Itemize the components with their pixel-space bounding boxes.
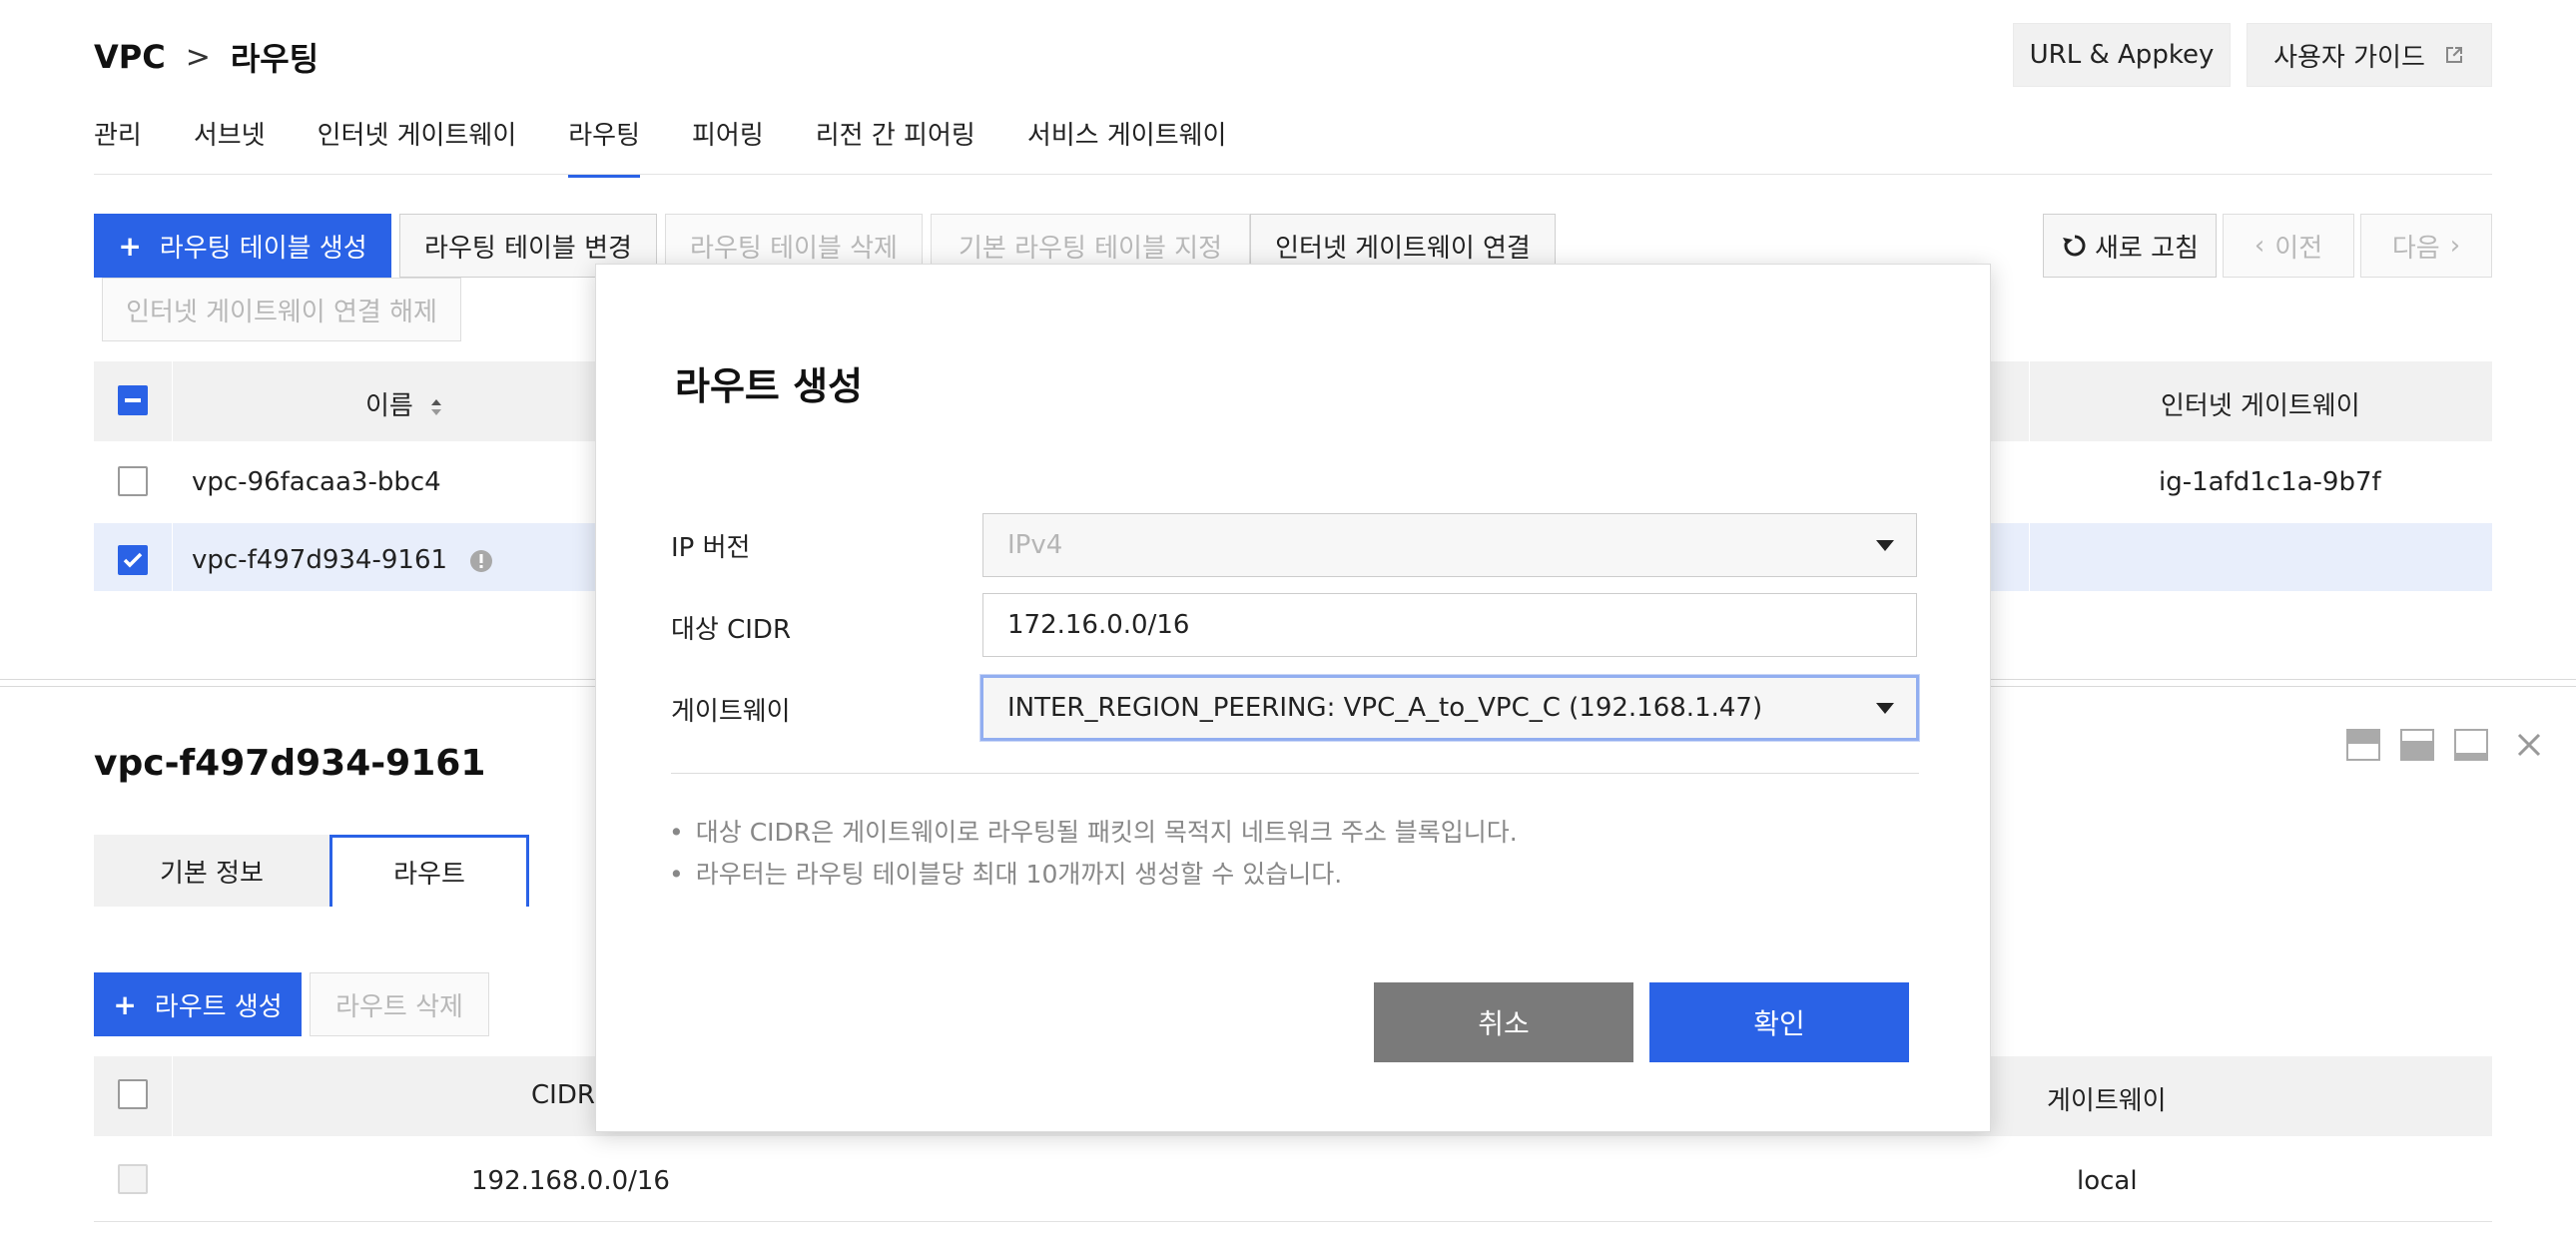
row-igw: ig-1afd1c1a-9b7f (2159, 467, 2381, 497)
ip-version-value: IPv4 (1007, 530, 1063, 560)
delete-routing-table-label: 라우팅 테이블 삭제 (690, 233, 898, 264)
layout-middle-icon[interactable] (2400, 729, 2434, 761)
main-tabs: 관리 서브넷 인터넷 게이트웨이 라우팅 피어링 리전 간 피어링 서비스 게이… (94, 113, 1278, 178)
row-divider (2029, 523, 2030, 591)
change-routing-table-label: 라우팅 테이블 변경 (424, 233, 632, 264)
caret-down-icon (1876, 540, 1894, 551)
select-all-checkbox[interactable] (118, 385, 148, 415)
set-default-routing-table-label: 기본 라우팅 테이블 지정 (959, 233, 1222, 264)
modal-divider (671, 773, 1919, 774)
column-header-name[interactable]: 이름 (365, 385, 443, 422)
row-name-label: vpc-f497d934-9161 (192, 545, 448, 575)
column-header-gateway: 게이트웨이 (2047, 1086, 2167, 1116)
note-cidr-text: 대상 CIDR은 게이트웨이로 라우팅될 패킷의 목적지 네트워크 주소 블록입… (695, 818, 1518, 847)
layout-bottom-icon[interactable] (2454, 729, 2488, 761)
note-bullet: • (669, 818, 684, 847)
gateway-label: 게이트웨이 (671, 697, 791, 727)
tab-subnet[interactable]: 서브넷 (194, 113, 266, 178)
detail-tab-basic-info[interactable]: 기본 정보 (94, 835, 329, 907)
disconnect-igw-label: 인터넷 게이트웨이 연결 해제 (126, 297, 437, 327)
user-guide-label: 사용자 가이드 (2273, 42, 2425, 73)
note-bullet: • (669, 860, 684, 889)
prev-page-label: 이전 (2274, 233, 2323, 264)
row-checkbox[interactable] (118, 466, 148, 496)
tab-routing[interactable]: 라우팅 (568, 113, 640, 178)
url-appkey-button[interactable]: URL & Appkey (2013, 23, 2231, 87)
create-route-label: 라우트 생성 (154, 991, 283, 1022)
tab-inter-region-peering[interactable]: 리전 간 피어링 (816, 113, 975, 178)
note-limit: • 라우터는 라우팅 테이블당 최대 10개까지 생성할 수 있습니다. (669, 855, 1342, 891)
route-select-all-checkbox[interactable] (118, 1079, 148, 1109)
next-page-label: 다음 (2391, 233, 2440, 264)
tab-service-gateway[interactable]: 서비스 게이트웨이 (1027, 113, 1227, 178)
connect-igw-label: 인터넷 게이트웨이 연결 (1275, 233, 1531, 264)
header-divider (172, 1056, 173, 1136)
refresh-button[interactable]: 새로 고침 (2043, 214, 2217, 278)
detail-tab-route[interactable]: 라우트 (329, 835, 529, 907)
route-row-checkbox (118, 1164, 148, 1194)
close-icon[interactable] (2514, 729, 2544, 761)
tab-internet-gateway[interactable]: 인터넷 게이트웨이 (318, 113, 517, 178)
plus-icon: + (118, 229, 142, 263)
refresh-icon (2063, 235, 2086, 257)
breadcrumb-current: 라우팅 (230, 40, 320, 78)
note-limit-text: 라우터는 라우팅 테이블당 최대 10개까지 생성할 수 있습니다. (695, 860, 1343, 889)
cancel-button[interactable]: 취소 (1374, 982, 1633, 1062)
delete-route-label: 라우트 삭제 (335, 991, 463, 1022)
external-link-icon (2445, 47, 2462, 63)
modal-title: 라우트 생성 (675, 364, 864, 408)
create-routing-table-button[interactable]: + 라우팅 테이블 생성 (94, 214, 391, 278)
row-checkbox-checked[interactable] (118, 545, 148, 575)
refresh-label: 새로 고침 (2095, 233, 2199, 264)
layout-top-icon[interactable] (2346, 729, 2380, 761)
create-route-button[interactable]: + 라우트 생성 (94, 972, 302, 1036)
tabs-divider (94, 174, 2492, 175)
header-divider (2029, 361, 2030, 441)
cidr-input[interactable]: 172.16.0.0/16 (982, 593, 1917, 657)
user-guide-button[interactable]: 사용자 가이드 (2247, 23, 2492, 87)
breadcrumb-root[interactable]: VPC (94, 38, 166, 76)
cidr-value: 172.16.0.0/16 (1007, 610, 1190, 640)
delete-route-button[interactable]: 라우트 삭제 (310, 972, 489, 1036)
row-name: vpc-96facaa3-bbc4 (192, 467, 441, 497)
gateway-value: INTER_REGION_PEERING: VPC_A_to_VPC_C (19… (1007, 693, 1763, 723)
note-cidr: • 대상 CIDR은 게이트웨이로 라우팅될 패킷의 목적지 네트워크 주소 블록… (669, 813, 1518, 849)
disconnect-igw-button[interactable]: 인터넷 게이트웨이 연결 해제 (102, 278, 461, 341)
breadcrumb-separator: > (185, 39, 211, 75)
create-routing-table-label: 라우팅 테이블 생성 (159, 233, 367, 264)
warning-icon[interactable] (469, 549, 493, 573)
tab-manage[interactable]: 관리 (94, 113, 142, 178)
header-divider (172, 361, 173, 441)
url-appkey-label: URL & Appkey (2029, 40, 2215, 70)
prev-page-button[interactable]: ‹ 이전 (2223, 214, 2354, 278)
next-page-button[interactable]: 다음 › (2360, 214, 2492, 278)
panel-layout-controls (2346, 729, 2544, 761)
checkmark-icon (123, 552, 143, 568)
ip-version-label: IP 버전 (671, 533, 751, 563)
route-gateway: local (2077, 1166, 2138, 1196)
chevron-right-icon: › (2449, 231, 2461, 261)
row-name: vpc-f497d934-9161 (192, 545, 493, 575)
sort-icon[interactable] (429, 396, 443, 418)
column-header-name-label: 이름 (365, 391, 413, 421)
plus-icon: + (113, 987, 137, 1021)
route-cidr: 192.168.0.0/16 (471, 1166, 670, 1196)
ip-version-select[interactable]: IPv4 (982, 513, 1917, 577)
caret-down-icon (1876, 703, 1894, 714)
column-header-igw: 인터넷 게이트웨이 (2161, 391, 2360, 421)
detail-title: vpc-f497d934-9161 (94, 743, 486, 784)
chevron-left-icon: ‹ (2254, 231, 2265, 261)
gateway-select[interactable]: INTER_REGION_PEERING: VPC_A_to_VPC_C (19… (980, 675, 1919, 741)
confirm-button[interactable]: 확인 (1649, 982, 1909, 1062)
breadcrumb: VPC > 라우팅 (94, 34, 319, 80)
cidr-label: 대상 CIDR (671, 615, 792, 645)
column-header-cidr: CIDR (531, 1080, 595, 1110)
tab-peering[interactable]: 피어링 (692, 113, 764, 178)
row-divider (172, 523, 173, 591)
